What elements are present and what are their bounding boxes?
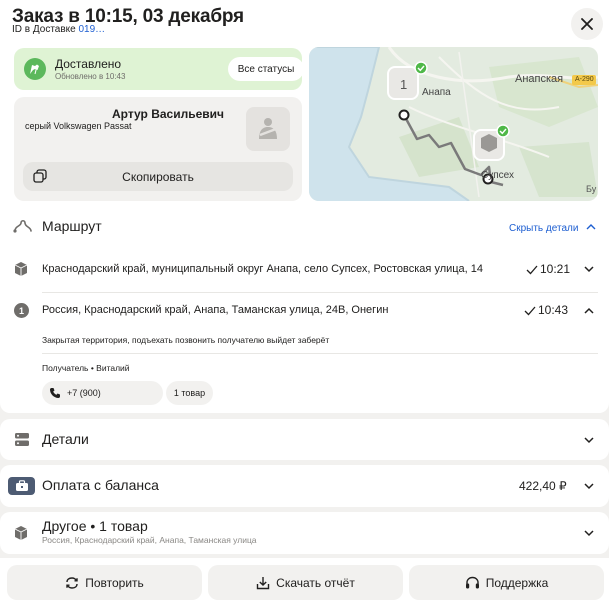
close-icon — [581, 18, 593, 30]
chevron-down-icon — [584, 483, 594, 490]
chevron-up-icon[interactable] — [584, 307, 594, 315]
divider — [42, 353, 598, 354]
stop-2-address: Россия, Краснодарский край, Анапа, Таман… — [42, 304, 389, 316]
status-updated: Обновлено в 10:43 — [55, 72, 126, 81]
map-point-number: 1 — [400, 77, 408, 92]
hide-details-link[interactable]: Скрыть детали — [509, 223, 596, 234]
details-row[interactable] — [0, 419, 609, 460]
repeat-button[interactable]: Повторить — [7, 565, 202, 600]
chevron-down-icon — [584, 530, 594, 537]
stop-1-time: 10:21 — [540, 262, 571, 276]
map-label-bu: Бу — [586, 184, 597, 194]
stop-marker-1: 1 — [14, 303, 29, 318]
download-report-button[interactable]: Скачать отчёт — [208, 565, 403, 600]
driver-card: Артур Васильевич серый Volkswagen Passat… — [14, 97, 302, 201]
stop-2-time: 10:43 — [538, 303, 569, 317]
status-title: Доставлено — [55, 57, 122, 71]
copy-icon — [33, 169, 47, 183]
map-label-highway: А-290 — [575, 76, 594, 83]
recipient-label: Получатель • Виталий — [42, 363, 130, 373]
headset-icon — [465, 576, 479, 588]
repeat-label: Повторить — [85, 575, 144, 590]
payment-amount: 422,40 ₽ — [519, 479, 567, 493]
hide-details-label: Скрыть детали — [509, 223, 579, 234]
package-icon — [14, 262, 28, 276]
other-title: Другое • 1 товар — [42, 518, 148, 534]
support-button[interactable]: Поддержка — [409, 565, 604, 600]
chevron-down-icon[interactable] — [584, 265, 594, 273]
phone-icon — [50, 388, 60, 398]
items-count-pill[interactable]: 1 товар — [166, 381, 213, 405]
download-icon — [256, 576, 270, 589]
route-icon — [13, 219, 32, 233]
details-title: Детали — [42, 431, 89, 447]
phone-pill[interactable]: +7 (900) — [42, 381, 163, 405]
check-icon — [526, 265, 538, 275]
order-id-prefix: ID в Доставке — [12, 24, 79, 35]
stop-2-comment: Закрытая территория, подъехать позвонить… — [42, 335, 330, 345]
all-statuses-button[interactable]: Все статусы — [228, 57, 304, 81]
map-label-anapa: Анапа — [422, 87, 451, 98]
phone-number: +7 (900) — [67, 388, 101, 398]
route-title: Маршрут — [42, 218, 102, 234]
order-id-link[interactable]: 019… — [78, 24, 105, 35]
map-label-anapskaya: Анапская — [515, 73, 564, 85]
map-label-supsekh: Супсех — [481, 170, 514, 181]
order-id: ID в Доставке 019… — [12, 24, 105, 35]
driver-car: серый Volkswagen Passat — [25, 121, 132, 131]
repeat-icon — [66, 576, 78, 589]
chevron-down-icon — [584, 437, 594, 444]
chevron-up-icon — [586, 224, 596, 230]
copy-button[interactable]: Скопировать — [23, 162, 293, 191]
check-icon — [524, 306, 536, 316]
driver-name: Артур Васильевич — [112, 107, 224, 121]
download-label: Скачать отчёт — [276, 575, 355, 590]
driver-seat-icon — [246, 107, 290, 151]
package-icon — [14, 526, 28, 540]
payment-title: Оплата с баланса — [42, 477, 159, 493]
copy-label: Скопировать — [122, 169, 194, 184]
finish-flag-icon — [24, 58, 46, 80]
close-button[interactable] — [571, 8, 603, 40]
stop-1-address: Краснодарский край, муниципальный округ … — [42, 263, 484, 275]
status-card: Доставлено Обновлено в 10:43 Все статусы — [14, 48, 304, 90]
divider — [42, 292, 598, 293]
other-subtitle: Россия, Краснодарский край, Анапа, Таман… — [42, 535, 257, 545]
support-label: Поддержка — [485, 575, 549, 590]
wallet-icon — [8, 477, 35, 495]
details-icon — [15, 433, 29, 446]
route-map[interactable]: 1 Анапская Анапа Супсех А-290 Бу — [309, 47, 598, 201]
